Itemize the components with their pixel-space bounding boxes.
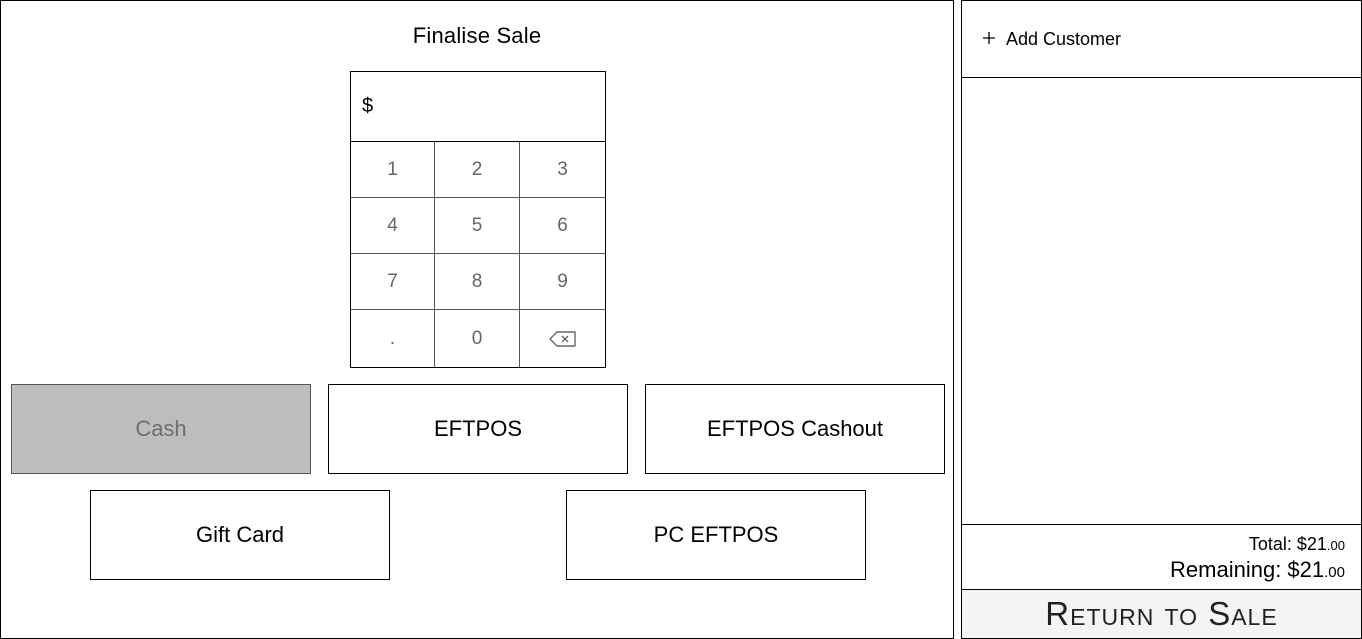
sale-items-area xyxy=(962,78,1361,524)
amount-keypad: $ 1 2 3 4 5 6 7 8 9 . 0 xyxy=(350,71,606,368)
key-9[interactable]: 9 xyxy=(520,254,605,310)
key-0[interactable]: 0 xyxy=(435,310,520,367)
add-customer-button[interactable]: Add Customer xyxy=(962,1,1361,78)
remaining-dollars: $21 xyxy=(1287,557,1325,582)
total-line: Total: $21.00 xyxy=(962,533,1345,557)
cash-button[interactable]: Cash xyxy=(11,384,311,474)
key-3[interactable]: 3 xyxy=(520,142,605,198)
key-decimal[interactable]: . xyxy=(351,310,435,367)
key-6[interactable]: 6 xyxy=(520,198,605,254)
key-grid: 1 2 3 4 5 6 7 8 9 . 0 xyxy=(351,142,605,367)
page-title: Finalise Sale xyxy=(412,23,542,48)
sale-summary-sidebar: Add Customer Total: $21.00 Remaining: $2… xyxy=(961,0,1362,639)
remaining-cents: .00 xyxy=(1324,564,1345,581)
return-to-sale-button[interactable]: Return to Sale xyxy=(962,590,1361,638)
pc-eftpos-button[interactable]: PC EFTPOS xyxy=(566,490,866,580)
gift-card-button[interactable]: Gift Card xyxy=(90,490,390,580)
remaining-line: Remaining: $21.00 xyxy=(962,557,1345,586)
key-1[interactable]: 1 xyxy=(351,142,435,198)
key-4[interactable]: 4 xyxy=(351,198,435,254)
total-cents: .00 xyxy=(1326,538,1345,553)
total-dollars: $21 xyxy=(1296,534,1327,554)
key-8[interactable]: 8 xyxy=(435,254,520,310)
eftpos-button[interactable]: EFTPOS xyxy=(328,384,628,474)
currency-symbol: $ xyxy=(362,95,374,117)
key-2[interactable]: 2 xyxy=(435,142,520,198)
amount-input[interactable]: $ xyxy=(351,72,605,142)
plus-icon xyxy=(982,29,996,49)
key-5[interactable]: 5 xyxy=(435,198,520,254)
key-7[interactable]: 7 xyxy=(351,254,435,310)
total-label: Total: xyxy=(1248,534,1297,554)
eftpos-cashout-button[interactable]: EFTPOS Cashout xyxy=(645,384,945,474)
remaining-label: Remaining: xyxy=(1170,557,1288,582)
finalise-sale-panel: Finalise Sale $ 1 2 3 4 5 6 7 8 9 . 0 Ca… xyxy=(0,0,954,639)
totals-section: Total: $21.00 Remaining: $21.00 xyxy=(962,524,1361,590)
backspace-icon[interactable] xyxy=(520,310,605,367)
add-customer-label: Add Customer xyxy=(1006,28,1122,49)
